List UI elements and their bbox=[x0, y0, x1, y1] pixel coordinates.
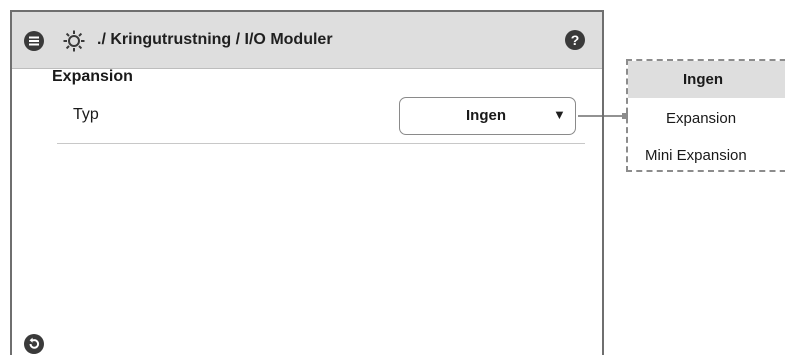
divider bbox=[57, 143, 585, 144]
help-icon[interactable]: ? bbox=[565, 30, 585, 50]
connector-line bbox=[578, 113, 628, 119]
back-icon[interactable] bbox=[24, 334, 44, 354]
svg-text:?: ? bbox=[571, 32, 580, 48]
page-title: ./ Kringutrustning / I/O Moduler bbox=[97, 31, 333, 48]
option-item[interactable]: Mini Expansion bbox=[628, 137, 785, 174]
menu-icon[interactable] bbox=[24, 31, 44, 51]
dropdown-options-callout: Ingen Expansion Mini Expansion bbox=[626, 59, 785, 172]
option-label: Ingen bbox=[683, 71, 723, 88]
option-item[interactable]: Ingen bbox=[628, 61, 785, 98]
option-label: Expansion bbox=[666, 110, 737, 127]
type-label: Typ bbox=[73, 106, 99, 123]
option-label: Mini Expansion bbox=[645, 147, 747, 164]
type-dropdown-value: Ingen bbox=[466, 107, 506, 124]
type-dropdown[interactable]: Ingen ▼ bbox=[399, 97, 576, 135]
option-item[interactable]: Expansion bbox=[628, 100, 785, 137]
header-bar: ./ Kringutrustning / I/O Moduler ? bbox=[12, 12, 602, 69]
gear-icon bbox=[63, 30, 85, 52]
settings-panel: ./ Kringutrustning / I/O Moduler ? bbox=[10, 10, 604, 355]
section-title: Expansion bbox=[52, 68, 133, 85]
caret-down-icon: ▼ bbox=[553, 107, 566, 122]
